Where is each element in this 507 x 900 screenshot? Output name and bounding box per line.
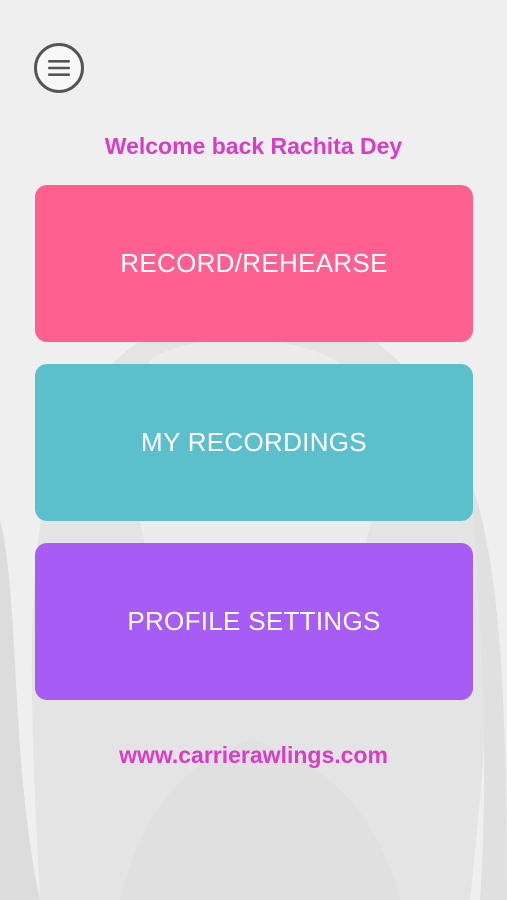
hamburger-menu-icon [48, 59, 70, 77]
welcome-message: Welcome back Rachita Dey [104, 133, 403, 159]
my-recordings-label: MY RECORDINGS [141, 427, 367, 457]
profile-settings-button[interactable]: PROFILE SETTINGS [35, 543, 473, 700]
my-recordings-button[interactable]: MY RECORDINGS [35, 364, 473, 521]
menu-button[interactable] [34, 43, 84, 93]
website-link[interactable]: www.carrierawlings.com [0, 742, 507, 769]
profile-settings-label: PROFILE SETTINGS [127, 606, 381, 636]
record-rehearse-button[interactable]: RECORD/REHEARSE [35, 185, 473, 342]
record-rehearse-label: RECORD/REHEARSE [120, 248, 388, 278]
